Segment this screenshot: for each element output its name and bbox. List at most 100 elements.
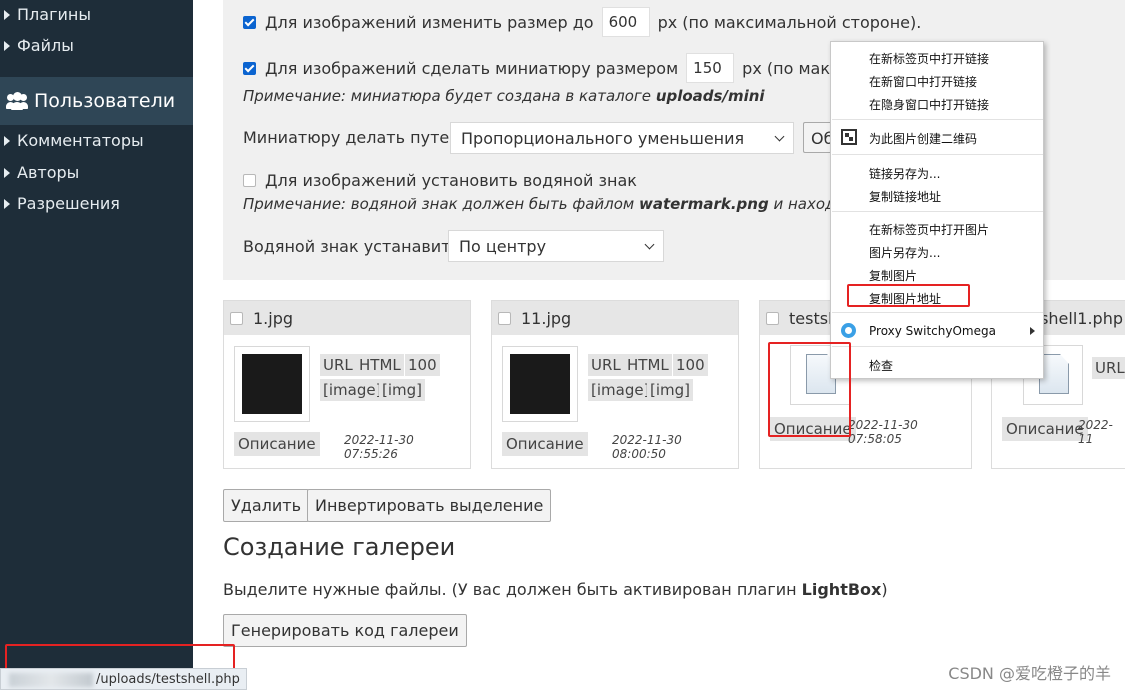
menu-item-open-link-new-tab[interactable]: 在新标签页中打开链接	[869, 50, 989, 67]
file-name: 11.jpg	[521, 308, 572, 328]
menu-separator	[832, 346, 1043, 347]
proxy-switchyomega-icon	[841, 323, 856, 338]
menu-item-copy-link-address[interactable]: 复制链接地址	[869, 188, 941, 205]
sidebar-item-authors[interactable]: Авторы	[4, 163, 79, 182]
description-link[interactable]: Описание	[502, 432, 588, 456]
menu-item-proxy-switchyomega[interactable]: Proxy SwitchyOmega	[869, 324, 996, 338]
size-100-link[interactable]: 100	[405, 354, 440, 376]
delete-button[interactable]: Удалить	[223, 489, 309, 522]
html-link[interactable]: HTML	[356, 354, 404, 376]
sidebar-item-label: Пользователи	[34, 90, 176, 112]
file-date: 2022-11-30 07:55:26	[344, 433, 414, 461]
thumbnail-note: Примечание: миниатюра будет создана в ка…	[243, 87, 765, 105]
users-icon	[6, 92, 28, 110]
sidebar-item-commenters[interactable]: Комментаторы	[4, 131, 144, 150]
status-bar-url: /uploads/testshell.php	[0, 668, 247, 690]
sidebar-item-files[interactable]: Файлы	[4, 36, 74, 55]
sidebar-item-label: Авторы	[17, 163, 80, 182]
html-link[interactable]: HTML	[624, 354, 672, 376]
file-thumbnail[interactable]	[502, 346, 578, 422]
file-name: 1.jpg	[253, 308, 294, 328]
sidebar-item-users[interactable]: Пользователи	[0, 77, 193, 125]
file-date: 2022-11	[1078, 418, 1113, 446]
thumbnail-checkbox[interactable]	[243, 61, 256, 75]
thumbnail-option: Для изображений сделать миниатюру размер…	[243, 53, 881, 83]
menu-separator	[832, 211, 1043, 212]
img-tag-link[interactable]: [img]	[647, 379, 694, 401]
watermark-label: Для изображений установить водяной знак	[265, 171, 637, 190]
sidebar-item-label: Комментаторы	[17, 131, 144, 150]
gallery-heading: Создание галереи	[223, 533, 456, 561]
sidebar: Плагины Файлы Пользователи Комментаторы …	[0, 0, 193, 690]
description-link[interactable]: Описание	[1002, 417, 1088, 441]
file-date: 2022-11-30 07:58:05	[848, 418, 918, 446]
sidebar-item-plugins[interactable]: Плагины	[4, 5, 91, 24]
csdn-watermark: CSDN @爱吃橙子的羊	[948, 664, 1111, 683]
resize-label: Для изображений изменить размер до	[265, 12, 594, 32]
file-name: tshell1.php	[1033, 308, 1123, 328]
thumbnail-label: Для изображений сделать миниатюру размер…	[265, 58, 679, 78]
image-tag-link[interactable]: [image]	[320, 379, 385, 401]
invert-selection-button[interactable]: Инвертировать выделение	[307, 489, 552, 522]
watermark-option: Для изображений установить водяной знак	[243, 171, 637, 190]
watermark-position-select[interactable]: По центру	[448, 230, 664, 262]
menu-item-copy-image[interactable]: 复制图片	[869, 267, 917, 284]
sidebar-item-label: Плагины	[17, 5, 91, 24]
file-checkbox[interactable]	[766, 311, 779, 325]
chevron-right-icon	[4, 198, 10, 209]
url-link[interactable]: URL	[588, 354, 624, 376]
menu-item-open-link-incognito[interactable]: 在隐身窗口中打开链接	[869, 96, 989, 113]
status-url-text: /uploads/testshell.php	[96, 672, 240, 687]
generate-gallery-button[interactable]: Генерировать код галереи	[223, 614, 467, 647]
file-date: 2022-11-30 08:00:50	[612, 433, 682, 461]
file-card: 11.jpg URL HTML 100 [image] [img] Описан…	[491, 300, 739, 469]
menu-separator	[832, 119, 1043, 120]
menu-separator	[832, 312, 1043, 313]
blurred-host	[9, 673, 93, 687]
img-tag-link[interactable]: [img]	[379, 379, 426, 401]
file-checkbox[interactable]	[230, 311, 243, 325]
sidebar-item-permissions[interactable]: Разрешения	[4, 194, 120, 213]
url-link[interactable]: URL	[320, 354, 356, 376]
file-card-header: 1.jpg	[224, 301, 470, 335]
context-menu: 在新标签页中打开链接 在新窗口中打开链接 在隐身窗口中打开链接 为此图片创建二维…	[830, 41, 1044, 379]
chevron-down-icon	[644, 239, 655, 250]
resize-size-input[interactable]: 600	[601, 7, 650, 37]
submenu-arrow-icon	[1030, 327, 1035, 335]
watermark-position-label: Водяной знак устанавить:	[243, 237, 466, 256]
size-100-link[interactable]: 100	[673, 354, 708, 376]
sidebar-item-label: Разрешения	[17, 194, 120, 213]
image-tag-link[interactable]: [image]	[588, 379, 653, 401]
thumbnail-method-select[interactable]: Пропорционального уменьшения	[450, 122, 794, 154]
menu-item-open-image-new-tab[interactable]: 在新标签页中打开图片	[869, 221, 989, 238]
file-card-header: 11.jpg	[492, 301, 738, 335]
menu-separator	[832, 154, 1043, 155]
resize-checkbox[interactable]	[243, 15, 256, 29]
sidebar-item-label: Файлы	[17, 36, 74, 55]
url-link[interactable]: URL	[1092, 357, 1125, 379]
resize-unit-label: px (по максимальной стороне).	[657, 12, 922, 32]
menu-item-create-qr[interactable]: 为此图片创建二维码	[869, 130, 977, 147]
file-card: 1.jpg URL HTML 100 [image] [img] Описани…	[223, 300, 471, 469]
highlight-file-icon	[768, 342, 851, 437]
description-link[interactable]: Описание	[234, 432, 320, 456]
gallery-description: Выделите нужные файлы. (У вас должен быт…	[223, 580, 888, 599]
chevron-right-icon	[4, 9, 10, 20]
resize-option: Для изображений изменить размер до 600 p…	[243, 7, 921, 37]
menu-item-inspect[interactable]: 检查	[869, 357, 893, 374]
chevron-right-icon	[4, 135, 10, 146]
chevron-down-icon	[774, 131, 785, 142]
chevron-right-icon	[4, 40, 10, 51]
watermark-note: Примечание: водяной знак должен быть фай…	[243, 195, 871, 213]
thumbnail-size-input[interactable]: 150	[686, 53, 735, 83]
highlight-copy-image-address	[847, 284, 970, 307]
menu-item-save-link-as[interactable]: 链接另存为...	[869, 165, 940, 182]
menu-item-save-image-as[interactable]: 图片另存为...	[869, 244, 940, 261]
file-thumbnail[interactable]	[234, 346, 310, 422]
watermark-checkbox[interactable]	[243, 174, 256, 187]
menu-item-open-link-new-window[interactable]: 在新窗口中打开链接	[869, 73, 977, 90]
file-checkbox[interactable]	[498, 311, 511, 325]
qr-code-icon	[841, 129, 857, 145]
thumbnail-method-label: Миниатюру делать путем:	[243, 128, 467, 147]
chevron-right-icon	[4, 167, 10, 178]
